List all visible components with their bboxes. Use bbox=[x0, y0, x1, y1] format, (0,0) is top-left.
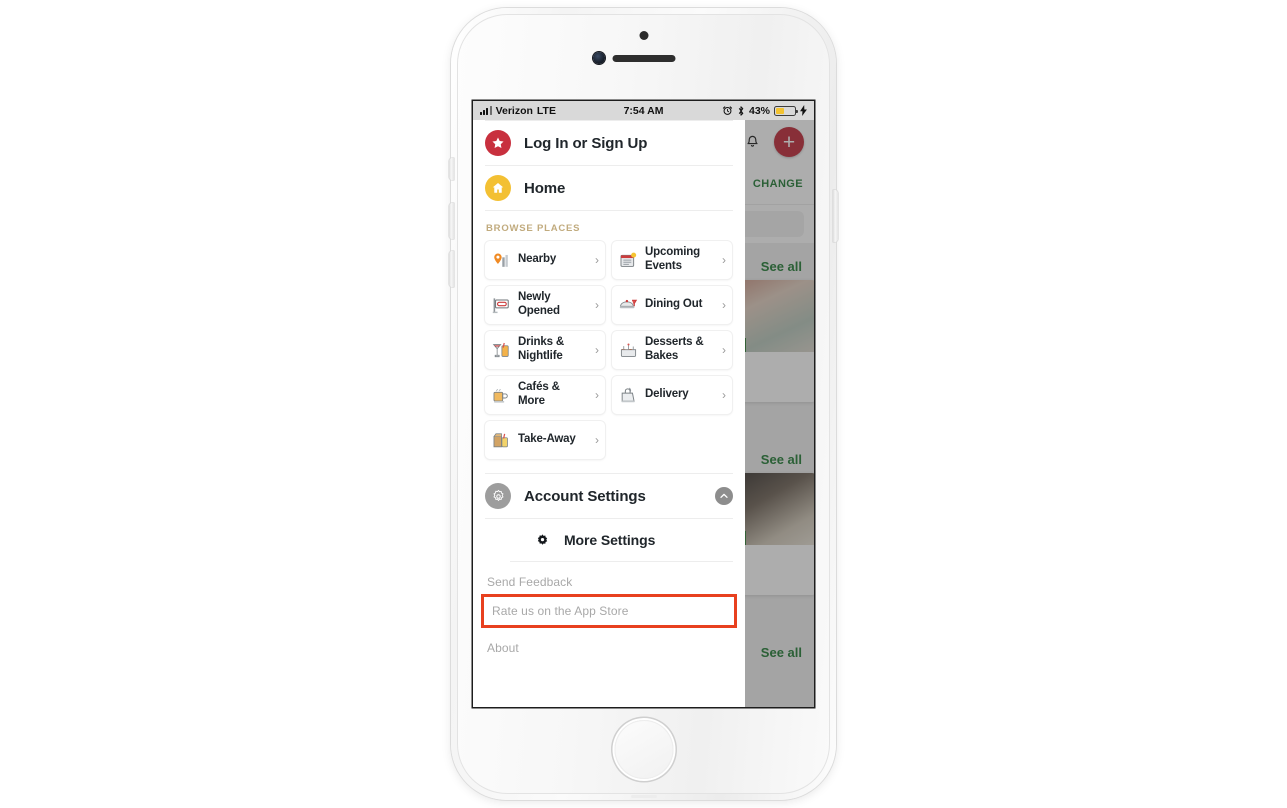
calendar-icon bbox=[620, 252, 637, 267]
phone-device: Verizon LTE 7:54 AM 43% + CHANGE See all… bbox=[449, 8, 838, 800]
chevron-right-icon: › bbox=[595, 253, 599, 267]
bluetooth-icon bbox=[738, 105, 744, 116]
screenshot-stage: Verizon LTE 7:54 AM 43% + CHANGE See all… bbox=[0, 0, 1287, 808]
charging-bolt-icon bbox=[800, 105, 807, 116]
battery-icon bbox=[774, 105, 798, 116]
signboard-icon bbox=[492, 297, 509, 313]
sidebar-item-nearby[interactable]: Nearby › bbox=[485, 241, 605, 279]
sidebar-item-account-settings[interactable]: Account Settings bbox=[485, 473, 733, 519]
carrier-label: Verizon bbox=[495, 104, 533, 117]
sidebar-item-more-settings[interactable]: More Settings bbox=[510, 519, 733, 562]
tile-label: Upcoming Events bbox=[645, 246, 701, 272]
chevron-right-icon: › bbox=[595, 388, 599, 402]
chevron-right-icon: › bbox=[722, 343, 726, 357]
sidebar-item-drinks-nightlife[interactable]: Drinks & Nightlife › bbox=[485, 331, 605, 369]
rate-us-link[interactable]: Rate us on the App Store bbox=[490, 604, 728, 618]
gear-icon bbox=[485, 483, 511, 509]
tile-label: Nearby bbox=[518, 253, 557, 266]
network-label: LTE bbox=[536, 104, 556, 117]
chevron-right-icon: › bbox=[595, 343, 599, 357]
rate-us-highlight-box: Rate us on the App Store bbox=[481, 594, 737, 628]
tile-label: Take-Away bbox=[518, 433, 576, 446]
tile-label: Dining Out bbox=[645, 298, 703, 311]
sidebar-item-desserts-bakes[interactable]: Desserts & Bakes › bbox=[612, 331, 732, 369]
sidebar-item-home[interactable]: Home bbox=[485, 166, 733, 211]
battery-percent-label: 43% bbox=[748, 104, 770, 117]
tile-label: Cafés & More bbox=[518, 381, 560, 407]
about-link[interactable]: About bbox=[485, 628, 733, 657]
tile-label: Drinks & Nightlife bbox=[518, 336, 565, 362]
phone-screen: Verizon LTE 7:54 AM 43% + CHANGE See all… bbox=[473, 101, 814, 707]
sidebar-item-label: Home bbox=[524, 179, 566, 197]
navigation-drawer: Log In or Sign Up Home BROWSE PLACES Nea… bbox=[473, 120, 745, 707]
takeaway-bag-icon bbox=[493, 432, 508, 447]
browse-places-grid: Nearby › Upcoming Events › Newly Opened … bbox=[485, 241, 733, 459]
chevron-up-icon[interactable] bbox=[715, 487, 733, 505]
send-feedback-link[interactable]: Send Feedback bbox=[485, 562, 733, 591]
sidebar-item-login[interactable]: Log In or Sign Up bbox=[485, 120, 733, 166]
chevron-right-icon: › bbox=[722, 298, 726, 312]
sidebar-item-take-away[interactable]: Take-Away › bbox=[485, 421, 605, 459]
sidebar-item-delivery[interactable]: Delivery › bbox=[612, 376, 732, 414]
highlight-annotation: Rate us on the App Store bbox=[481, 594, 737, 628]
sidebar-item-label: More Settings bbox=[564, 532, 656, 548]
sidebar-item-upcoming-events[interactable]: Upcoming Events › bbox=[612, 241, 732, 279]
chevron-right-icon: › bbox=[595, 433, 599, 447]
sidebar-item-dining-out[interactable]: Dining Out › bbox=[612, 286, 732, 324]
sidebar-item-cafes-more[interactable]: Cafés & More › bbox=[485, 376, 605, 414]
sidebar-item-label: Log In or Sign Up bbox=[524, 134, 648, 152]
cake-icon bbox=[620, 342, 637, 357]
volume-down-button[interactable] bbox=[449, 251, 454, 287]
status-bar: Verizon LTE 7:54 AM 43% bbox=[473, 101, 814, 120]
mute-switch[interactable] bbox=[449, 158, 454, 180]
browse-places-heading: BROWSE PLACES bbox=[486, 223, 581, 234]
tile-label: Desserts & Bakes bbox=[645, 336, 704, 362]
bottom-speaker-icon bbox=[630, 795, 657, 798]
signal-bars-icon bbox=[480, 106, 492, 115]
sidebar-item-label: Account Settings bbox=[524, 487, 646, 505]
proximity-sensor-icon bbox=[639, 31, 648, 40]
coffee-icon bbox=[493, 388, 508, 403]
chevron-right-icon: › bbox=[722, 388, 726, 402]
chevron-right-icon: › bbox=[595, 298, 599, 312]
alarm-clock-icon bbox=[722, 106, 733, 115]
gear-solid-icon bbox=[537, 533, 548, 545]
front-camera-icon bbox=[593, 52, 605, 64]
star-icon bbox=[485, 130, 511, 156]
home-button[interactable] bbox=[614, 720, 673, 779]
power-button[interactable] bbox=[833, 190, 838, 242]
earpiece-speaker-icon bbox=[612, 55, 675, 62]
volume-up-button[interactable] bbox=[449, 203, 454, 239]
house-icon bbox=[485, 175, 511, 201]
tile-label: Delivery bbox=[645, 388, 689, 401]
map-pin-icon bbox=[494, 253, 508, 267]
dining-icon bbox=[619, 299, 638, 308]
sidebar-item-newly-opened[interactable]: Newly Opened › bbox=[485, 286, 605, 324]
delivery-bag-icon bbox=[621, 387, 635, 402]
drinks-icon bbox=[492, 342, 509, 357]
tile-label: Newly Opened bbox=[518, 291, 560, 317]
chevron-right-icon: › bbox=[722, 253, 726, 267]
